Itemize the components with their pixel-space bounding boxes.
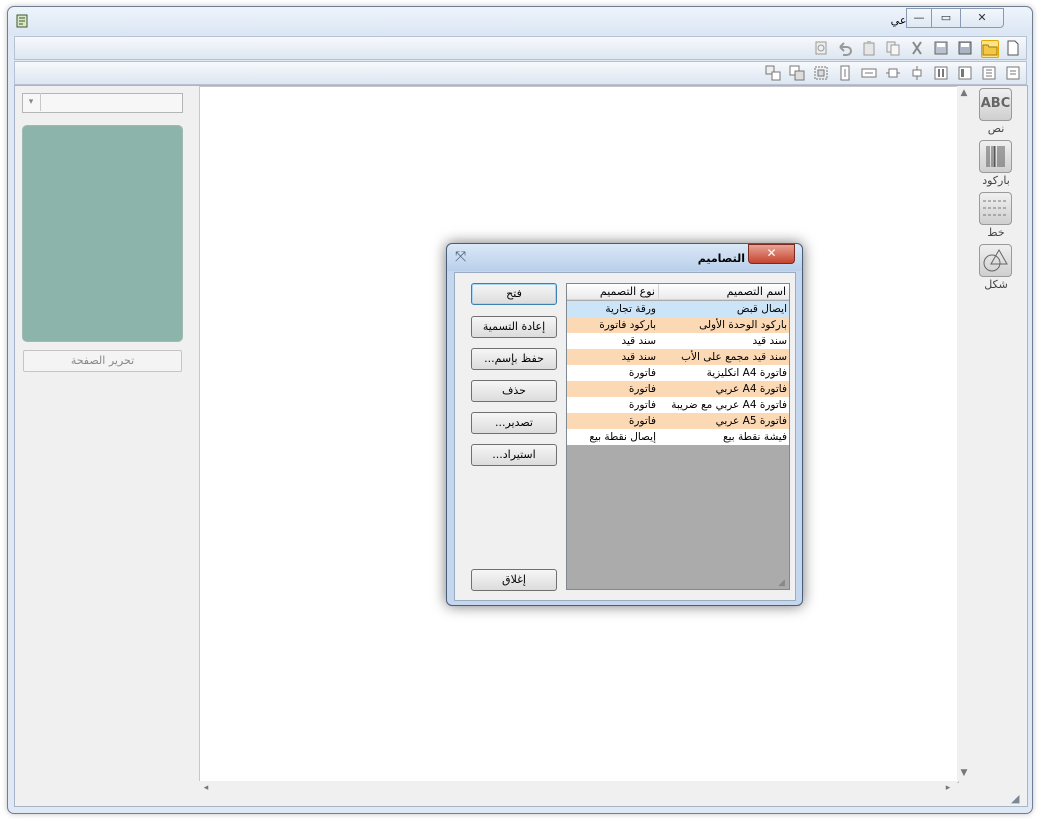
copy-icon[interactable] — [885, 40, 901, 56]
page-preview — [22, 125, 183, 342]
chevron-down-icon[interactable]: ▾ — [22, 93, 41, 111]
table-row[interactable]: فاتورة A4 انكليزية فاتورة — [567, 365, 789, 381]
shape-tool-label: شكل — [984, 278, 1008, 291]
line-tool[interactable] — [979, 192, 1012, 225]
design-name-cell: فيشة نقطة بيع — [722, 431, 787, 443]
close-button[interactable]: ✕ — [960, 8, 1004, 28]
bring-front-icon[interactable] — [813, 65, 829, 81]
horizontal-scrollbar[interactable]: ◂ ▸ — [199, 781, 957, 797]
column-header-name[interactable]: اسم التصميم — [658, 284, 789, 300]
scroll-right-icon[interactable]: ▸ — [943, 783, 953, 793]
design-type-cell: سند قيد — [621, 351, 656, 363]
design-type-cell: إيصال نقطة بيع — [589, 431, 656, 443]
import-button[interactable]: استيراد... — [471, 444, 557, 466]
table-row[interactable]: سند قيد مجمع على الأب سند قيد — [567, 349, 789, 365]
page-selector[interactable] — [22, 93, 183, 113]
pin-icon[interactable]: ⤧ — [455, 250, 469, 264]
rename-button[interactable]: إعادة التسمية — [471, 316, 557, 338]
list-resize-grip[interactable]: ◢ — [778, 578, 788, 588]
table-row[interactable]: فاتورة A4 عربي مع ضريبة فاتورة — [567, 397, 789, 413]
design-name-cell: سند قيد مجمع على الأب — [681, 351, 787, 363]
align-bottom-icon[interactable] — [933, 65, 949, 81]
designs-list[interactable]: اسم التصميم نوع التصميم ايصال قبض ورقة تج… — [566, 283, 790, 590]
minimize-button[interactable]: — — [906, 8, 932, 28]
save-icon[interactable] — [957, 40, 973, 56]
barcode-tool-label: باركود — [982, 174, 1010, 187]
text-tool-label: نص — [987, 122, 1005, 135]
scroll-left-icon[interactable]: ◂ — [201, 783, 211, 793]
center-vertical-icon[interactable] — [909, 65, 925, 81]
open-folder-icon[interactable] — [981, 40, 999, 58]
design-type-cell: باركود فاتورة — [599, 319, 656, 331]
table-row[interactable]: سند قيد سند قيد — [567, 333, 789, 349]
design-type-cell: فاتورة — [628, 399, 656, 411]
dialog-title-bar: ⤧ التصاميم ✕ — [447, 244, 802, 271]
resize-grip[interactable]: ◢ — [1011, 792, 1025, 806]
design-type-cell: ورقة تجارية — [605, 303, 656, 315]
open-button[interactable]: فتح — [471, 283, 557, 305]
app-icon — [16, 14, 28, 28]
paste-icon[interactable] — [861, 40, 877, 56]
table-row[interactable]: ايصال قبض ورقة تجارية — [567, 301, 789, 317]
space-vertical-icon[interactable] — [837, 65, 853, 81]
design-name-cell: فاتورة A4 انكليزية — [706, 367, 787, 379]
design-type-cell: فاتورة — [628, 367, 656, 379]
shape-tool[interactable] — [979, 244, 1012, 277]
text-tool[interactable]: ABC — [979, 88, 1012, 121]
design-name-cell: سند قيد — [752, 335, 787, 347]
barcode-icon — [986, 146, 1005, 167]
abc-icon: ABC — [980, 96, 1011, 111]
export-button[interactable]: تصدير... — [471, 412, 557, 434]
maximize-button[interactable]: ▭ — [931, 8, 961, 28]
print-preview-icon[interactable] — [813, 40, 829, 56]
title-bar: المصمم الطباعي — ▭ ✕ — [8, 7, 1032, 35]
dialog-body: فتح إعادة التسمية حفظ بإسم... حذف تصدير.… — [454, 272, 796, 601]
dialog-close-button[interactable]: ✕ — [748, 244, 795, 264]
close-dialog-button[interactable]: إغلاق — [471, 569, 557, 591]
edit-page-button[interactable]: تحرير الصفحة — [23, 350, 182, 372]
table-row[interactable]: باركود الوحدة الأولى باركود فاتورة — [567, 317, 789, 333]
design-name-cell: فاتورة A4 عربي — [715, 383, 787, 395]
table-row[interactable]: فاتورة A4 عربي فاتورة — [567, 381, 789, 397]
align-right-icon[interactable] — [1005, 65, 1021, 81]
main-toolbar — [14, 36, 1027, 60]
shape-icon — [983, 248, 1008, 272]
design-name-cell: باركود الوحدة الأولى — [699, 319, 787, 331]
send-back-icon[interactable] — [789, 65, 805, 81]
save-as-icon[interactable] — [933, 40, 949, 56]
designs-dialog: ⤧ التصاميم ✕ فتح إعادة التسمية حفظ بإسم.… — [446, 243, 803, 606]
design-type-cell: سند قيد — [621, 335, 656, 347]
new-page-icon[interactable] — [1005, 40, 1021, 56]
align-left-icon[interactable] — [981, 65, 997, 81]
table-row[interactable]: فيشة نقطة بيع إيصال نقطة بيع — [567, 429, 789, 445]
scroll-down-icon[interactable]: ▼ — [957, 768, 971, 778]
column-header-type[interactable]: نوع التصميم — [567, 284, 658, 300]
delete-button[interactable]: حذف — [471, 380, 557, 402]
layout-toolbar — [14, 61, 1027, 85]
scroll-up-icon[interactable]: ▲ — [957, 88, 971, 98]
cut-icon[interactable] — [909, 40, 925, 56]
group-icon[interactable] — [765, 65, 781, 81]
line-icon — [983, 200, 1008, 216]
design-type-cell: فاتورة — [628, 383, 656, 395]
align-top-icon[interactable] — [957, 65, 973, 81]
undo-icon[interactable] — [837, 40, 853, 56]
center-horizontal-icon[interactable] — [885, 65, 901, 81]
design-name-cell: فاتورة A5 عربي — [715, 415, 787, 427]
dialog-title: التصاميم — [697, 252, 745, 265]
design-type-cell: فاتورة — [628, 415, 656, 427]
design-name-cell: فاتورة A4 عربي مع ضريبة — [671, 399, 787, 411]
line-tool-label: خط — [987, 226, 1005, 239]
design-name-cell: ايصال قبض — [736, 303, 787, 315]
table-row[interactable]: فاتورة A5 عربي فاتورة — [567, 413, 789, 429]
vertical-scrollbar[interactable]: ▲ ▼ — [957, 86, 971, 781]
barcode-tool[interactable] — [979, 140, 1012, 173]
save-as-button[interactable]: حفظ بإسم... — [471, 348, 557, 370]
space-horizontal-icon[interactable] — [861, 65, 877, 81]
